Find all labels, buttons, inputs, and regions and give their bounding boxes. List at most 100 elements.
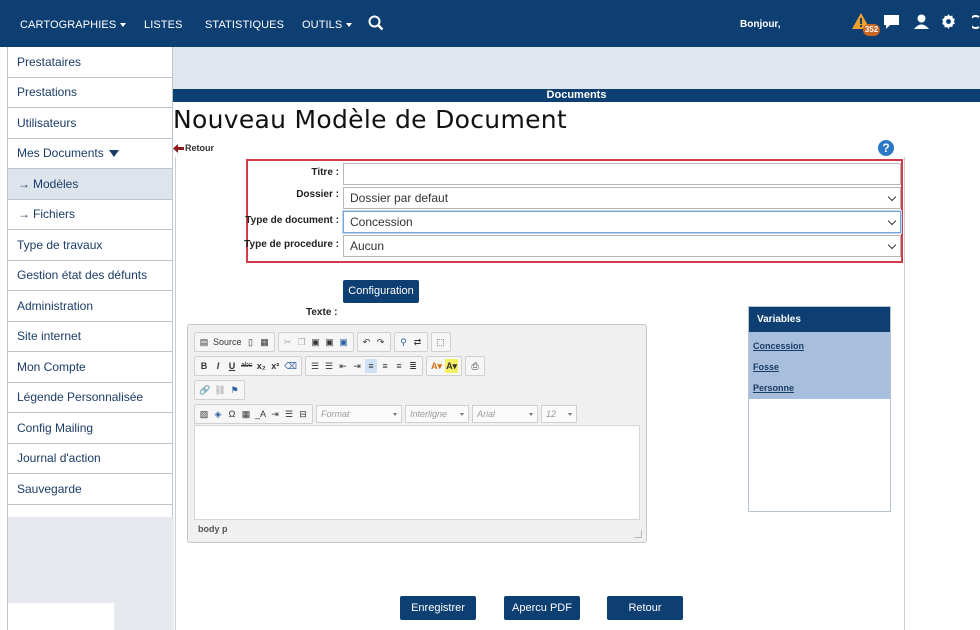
sidebar-footer-block [8,603,114,630]
find-icon[interactable]: ⚲ [398,335,410,349]
align-center-icon[interactable]: ≡ [379,359,391,373]
sidebar-item-label: Config Mailing [17,420,94,435]
numbered-list-icon[interactable]: ☰ [309,359,321,373]
interligne-select[interactable]: Interligne [405,405,470,423]
font-size-select-label: 12 [546,409,557,419]
font-size-select[interactable]: 12 [541,405,578,423]
italic-icon[interactable]: I [212,359,224,373]
sidebar-item-config-mailing[interactable]: Config Mailing [8,413,172,444]
paste-text-icon[interactable]: ▣ [324,335,336,349]
subscript-icon[interactable]: x₂ [255,359,267,373]
chat-icon[interactable] [884,15,899,29]
templates-icon[interactable]: ▦ [259,335,271,349]
indent-icon[interactable]: ⇥ [351,359,363,373]
font-select[interactable]: Arial [472,405,539,423]
sidebar-item-sauvegarde[interactable]: Sauvegarde [8,474,172,505]
block-icon[interactable]: ⊟ [297,407,309,421]
sidebar-item-mes-documents[interactable]: Mes Documents [8,138,172,169]
sidebar-empty-area [8,517,174,630]
editor-text-area[interactable] [194,425,640,520]
sidebar-item-gestion-etat-defunts[interactable]: Gestion état des défunts [8,260,172,291]
search-icon[interactable] [368,15,384,31]
gear-icon[interactable] [941,14,956,29]
sidebar-item-modeles[interactable]: → Modèles [8,169,172,200]
new-page-icon[interactable]: ▯ [245,335,257,349]
align-right-icon[interactable]: ≡ [393,359,405,373]
sidebar-item-journal-action[interactable]: Journal d'action [8,443,172,474]
section-title-bar: Documents [173,89,980,102]
user-icon[interactable] [914,14,929,29]
editor-toolbar-row-4: ▨ ◈ Ω ▦ _A ⇥ ☰ ⊟ Format Interligne Arial… [194,404,578,424]
text-color-icon[interactable]: A▾ [430,359,443,373]
menu-listes[interactable]: LISTES [144,19,183,31]
menu-cartographies[interactable]: CARTOGRAPHIES [20,19,127,31]
variable-concession-link[interactable]: Concession [749,337,890,358]
sidebar-item-administration[interactable]: Administration [8,291,172,322]
flash-icon[interactable]: ◈ [212,407,224,421]
editor-toolbar-row-1: ▤ Source ▯ ▦ ✂ ❐ ▣ ▣ ▣ ↶ ↷ ⚲ ⇄ ⬚ [194,332,451,352]
preview-icon[interactable]: ⎙ [469,359,481,373]
alerts-button[interactable]: 352 [852,12,882,38]
sidebar-item-prestataires[interactable]: Prestataires [8,47,172,78]
source-icon: ▤ [199,337,209,347]
sidebar-item-legende-personnalisee[interactable]: Légende Personnalisée [8,382,172,413]
bold-icon[interactable]: B [198,359,210,373]
sidebar-item-label: Sauvegarde [17,481,82,496]
paste-word-icon[interactable]: ▣ [338,335,350,349]
toolbar-group-links: 🔗 ⛓ ⚑ [194,380,245,400]
toolbar-group-basic-styles: B I U abc x₂ x² ⌫ [194,356,303,376]
special-char-icon[interactable]: Ω [226,407,238,421]
type-document-select-value: Concession [350,215,413,229]
sidebar-item-prestations[interactable]: Prestations [8,77,172,108]
variable-personne-link[interactable]: Personne [749,379,890,400]
background-color-icon[interactable]: A▾ [445,359,459,373]
type-document-select[interactable]: Concession [343,211,901,233]
copy-icon[interactable]: ❐ [296,335,308,349]
variable-fosse-link[interactable]: Fosse [749,358,890,379]
paste-icon[interactable]: ▣ [310,335,322,349]
replace-icon[interactable]: ⇄ [412,335,424,349]
configuration-button[interactable]: Configuration [343,280,419,303]
strikethrough-icon[interactable]: abc [240,359,253,373]
titre-input[interactable] [343,163,901,185]
sidebar-item-fichiers[interactable]: → Fichiers [8,199,172,230]
help-icon[interactable]: ? [878,140,894,156]
image-icon[interactable]: ▨ [198,407,210,421]
page-break-icon[interactable]: ⇥ [269,407,281,421]
bulleted-list-icon[interactable]: ☰ [323,359,335,373]
align-left-icon[interactable]: ≡ [365,359,378,373]
chevron-down-icon [887,192,897,202]
editor-toolbar-row-3: 🔗 ⛓ ⚑ [194,380,245,400]
sidebar-item-mon-compte[interactable]: Mon Compte [8,352,172,383]
menu-statistiques[interactable]: STATISTIQUES [205,19,284,31]
sidebar-item-site-internet[interactable]: Site internet [8,321,172,352]
redo-icon[interactable]: ↷ [375,335,387,349]
unlink-icon[interactable]: ⛓ [213,383,226,397]
line-height-icon[interactable]: ☰ [283,407,295,421]
undo-icon[interactable]: ↶ [361,335,373,349]
save-button[interactable]: Enregistrer [400,596,476,620]
align-justify-icon[interactable]: ≣ [407,359,419,373]
sidebar-item-type-de-travaux[interactable]: Type de travaux [8,230,172,261]
resize-handle-icon[interactable] [634,530,642,538]
power-icon[interactable] [972,15,980,29]
underline-icon[interactable]: U [226,359,238,373]
dossier-select[interactable]: Dossier par defaut [343,187,901,209]
format-select[interactable]: Format [316,405,403,423]
cut-icon[interactable]: ✂ [282,335,294,349]
remove-format-icon[interactable]: ⌫ [283,359,298,373]
pdf-preview-button[interactable]: Apercu PDF [504,596,580,620]
link-icon[interactable]: 🔗 [198,383,211,397]
superscript-icon[interactable]: x² [269,359,281,373]
menu-outils[interactable]: OUTILS [302,19,353,31]
horizontal-line-icon[interactable]: _A [254,407,267,421]
anchor-icon[interactable]: ⚑ [229,383,241,397]
back-link[interactable]: Retour [173,143,214,153]
source-button[interactable]: Source [212,335,243,349]
select-all-icon[interactable]: ⬚ [435,335,447,349]
back-button[interactable]: Retour [607,596,683,620]
sidebar-item-utilisateurs[interactable]: Utilisateurs [8,108,172,139]
type-procedure-select[interactable]: Aucun [343,235,901,257]
outdent-icon[interactable]: ⇤ [337,359,349,373]
table-icon[interactable]: ▦ [240,407,252,421]
